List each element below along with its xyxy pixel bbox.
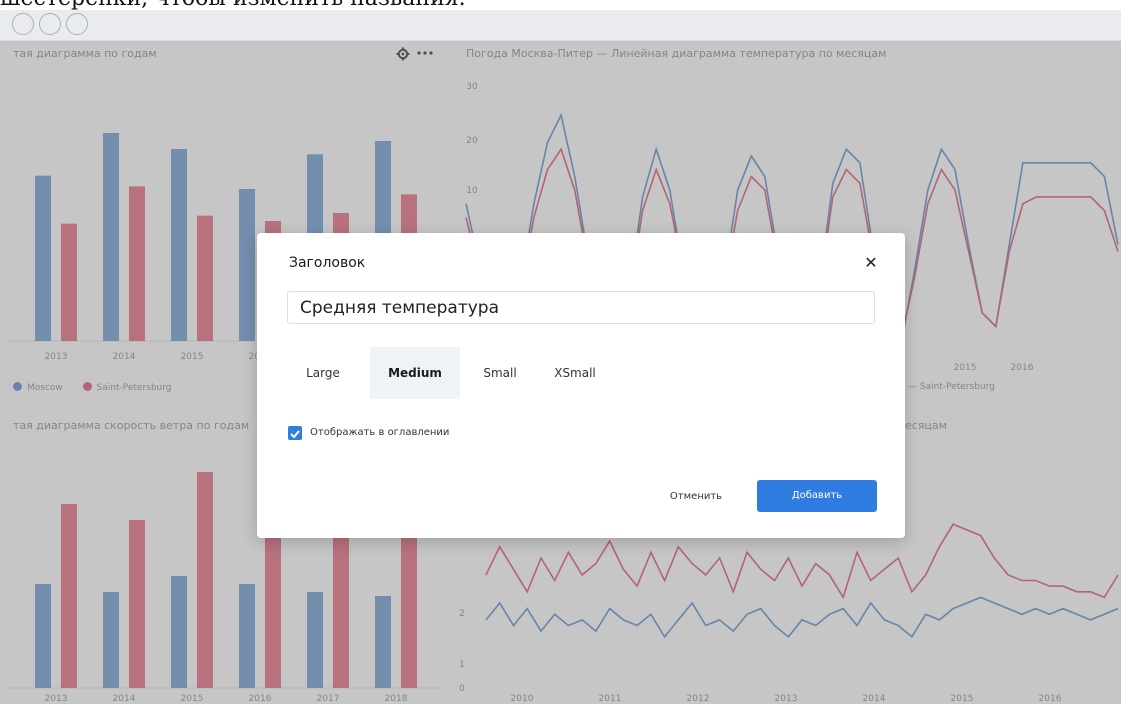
dialog-title: Заголовок	[289, 255, 366, 271]
window-maximize-circle[interactable]	[66, 13, 88, 35]
size-option-medium[interactable]: Medium	[370, 347, 460, 399]
window-minimize-circle[interactable]	[39, 13, 61, 35]
title-input[interactable]	[287, 291, 875, 324]
size-option-xsmall[interactable]: XSmall	[540, 347, 610, 399]
close-icon[interactable]: ✕	[859, 251, 883, 275]
add-button[interactable]: Добавить	[757, 480, 877, 512]
window-chrome	[0, 10, 1121, 41]
show-in-contents-label: Отображать в оглавлении	[310, 427, 450, 438]
title-dialog: Заголовок ✕ Large Medium Small XSmall От…	[257, 233, 905, 538]
cancel-button[interactable]: Отменить	[645, 481, 747, 513]
checkmark-icon	[290, 430, 300, 439]
window-close-circle[interactable]	[12, 13, 34, 35]
size-option-large[interactable]: Large	[287, 347, 359, 399]
size-option-small[interactable]: Small	[470, 347, 530, 399]
show-in-contents-checkbox[interactable]	[288, 426, 302, 440]
